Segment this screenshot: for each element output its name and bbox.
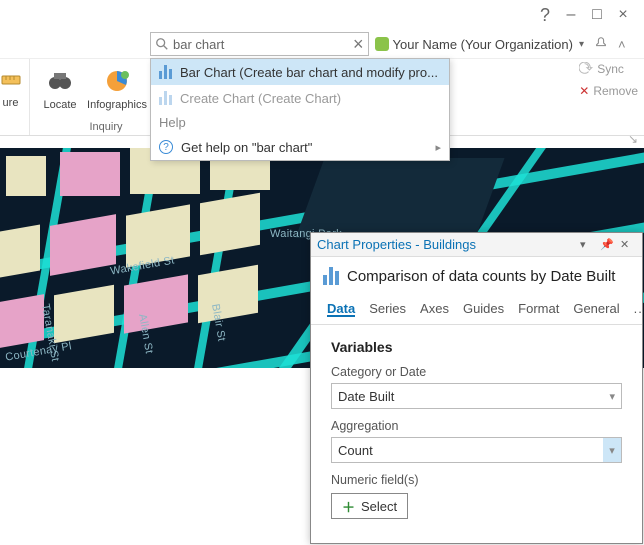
locate-label: Locate xyxy=(43,99,76,111)
ruler-icon xyxy=(0,63,27,95)
bar-chart-icon xyxy=(159,91,172,105)
label-numeric-fields: Numeric field(s) xyxy=(331,473,622,487)
panel-body: Variables Category or Date Date Built ▾ … xyxy=(311,325,642,533)
bar-chart-icon xyxy=(159,65,172,79)
panel-pin-icon[interactable]: 📌 xyxy=(600,238,616,251)
panel-subtitle-row: Comparison of data counts by Date Built xyxy=(311,257,642,293)
select-aggregation-value: Count xyxy=(338,443,373,458)
top-row: × Your Name (Your Organization) ▾ ˄ xyxy=(0,30,644,58)
chevron-right-icon: ▸ xyxy=(435,141,441,154)
measure-label: ure xyxy=(3,97,19,109)
ribbon-launcher-icon[interactable]: ↘ xyxy=(628,132,638,146)
tab-series[interactable]: Series xyxy=(369,301,406,316)
locate-button[interactable]: Locate xyxy=(38,65,82,111)
binoculars-icon xyxy=(44,65,76,97)
suggestion-bar-chart-label: Bar Chart (Create bar chart and modify p… xyxy=(180,65,438,80)
user-menu[interactable]: Your Name (Your Organization) ▾ xyxy=(375,37,584,52)
search-suggestions: Bar Chart (Create bar chart and modify p… xyxy=(150,58,450,161)
chevron-down-icon: ▾ xyxy=(579,39,584,50)
panel-title-text: Chart Properties - Buildings xyxy=(317,237,476,252)
suggestion-create-chart-label: Create Chart (Create Chart) xyxy=(180,91,341,106)
command-search[interactable]: × xyxy=(150,32,369,56)
measure-button[interactable]: ure xyxy=(0,63,26,109)
select-fields-label: Select xyxy=(361,499,397,514)
bar-chart-icon xyxy=(323,267,339,285)
ribbon-right-group: Sync ✕ Remove xyxy=(579,58,638,102)
suggestion-help[interactable]: ? Get help on "bar chart" ▸ xyxy=(151,134,449,160)
section-variables: Variables xyxy=(331,339,622,355)
infographics-button[interactable]: Infographics xyxy=(84,65,150,111)
panel-titlebar: Chart Properties - Buildings ▾ 📌 ✕ xyxy=(311,233,642,257)
panel-close-icon[interactable]: ✕ xyxy=(620,238,636,251)
clear-search-icon[interactable]: × xyxy=(353,35,364,53)
select-category[interactable]: Date Built ▾ xyxy=(331,383,622,409)
sync-button[interactable]: Sync xyxy=(579,58,638,80)
suggestion-bar-chart[interactable]: Bar Chart (Create bar chart and modify p… xyxy=(151,59,449,85)
minimize-button[interactable]: – xyxy=(558,2,584,28)
tab-axes[interactable]: Axes xyxy=(420,301,449,316)
command-search-input[interactable] xyxy=(169,37,353,52)
help-button[interactable]: ? xyxy=(532,2,558,28)
select-fields-button[interactable]: ＋ Select xyxy=(331,493,408,519)
tab-guides[interactable]: Guides xyxy=(463,301,504,316)
help-circle-icon: ? xyxy=(159,140,173,154)
remove-label: Remove xyxy=(593,84,638,98)
panel-tabs: Data Series Axes Guides Format General .… xyxy=(311,293,642,325)
suggestion-create-chart[interactable]: Create Chart (Create Chart) xyxy=(151,85,449,111)
pie-chart-icon xyxy=(101,65,133,97)
user-avatar-icon xyxy=(375,37,389,51)
select-aggregation[interactable]: Count ▾ xyxy=(331,437,622,463)
panel-menu-icon[interactable]: ▾ xyxy=(580,238,596,251)
search-icon xyxy=(155,37,169,51)
user-name-label: Your Name (Your Organization) xyxy=(393,37,573,52)
collapse-ribbon-icon[interactable]: ˄ xyxy=(618,37,626,52)
sync-icon xyxy=(579,62,593,76)
suggestion-help-label: Get help on "bar chart" xyxy=(181,140,312,155)
select-category-value: Date Built xyxy=(338,389,394,404)
notifications-icon[interactable] xyxy=(594,36,608,53)
sync-label: Sync xyxy=(597,62,624,76)
window-titlebar: ? – □ × xyxy=(0,0,644,30)
chevron-down-icon: ▾ xyxy=(603,438,621,462)
tabs-more-icon[interactable]: ... xyxy=(634,301,644,316)
label-aggregation: Aggregation xyxy=(331,419,622,433)
tab-general[interactable]: General xyxy=(573,301,619,316)
panel-subtitle: Comparison of data counts by Date Built xyxy=(347,268,615,285)
suggestions-help-header: Help xyxy=(151,111,449,134)
maximize-button[interactable]: □ xyxy=(584,2,610,28)
label-category: Category or Date xyxy=(331,365,622,379)
remove-button[interactable]: ✕ Remove xyxy=(579,80,638,102)
infographics-label: Infographics xyxy=(87,99,147,111)
ribbon-group-measure: ure xyxy=(0,59,30,135)
remove-icon: ✕ xyxy=(579,84,589,98)
chart-properties-panel: Chart Properties - Buildings ▾ 📌 ✕ Compa… xyxy=(310,232,643,544)
tab-format[interactable]: Format xyxy=(518,301,559,316)
chevron-down-icon: ▾ xyxy=(609,390,615,403)
plus-icon: ＋ xyxy=(342,497,355,516)
close-button[interactable]: × xyxy=(610,2,636,28)
tab-data[interactable]: Data xyxy=(327,301,355,316)
